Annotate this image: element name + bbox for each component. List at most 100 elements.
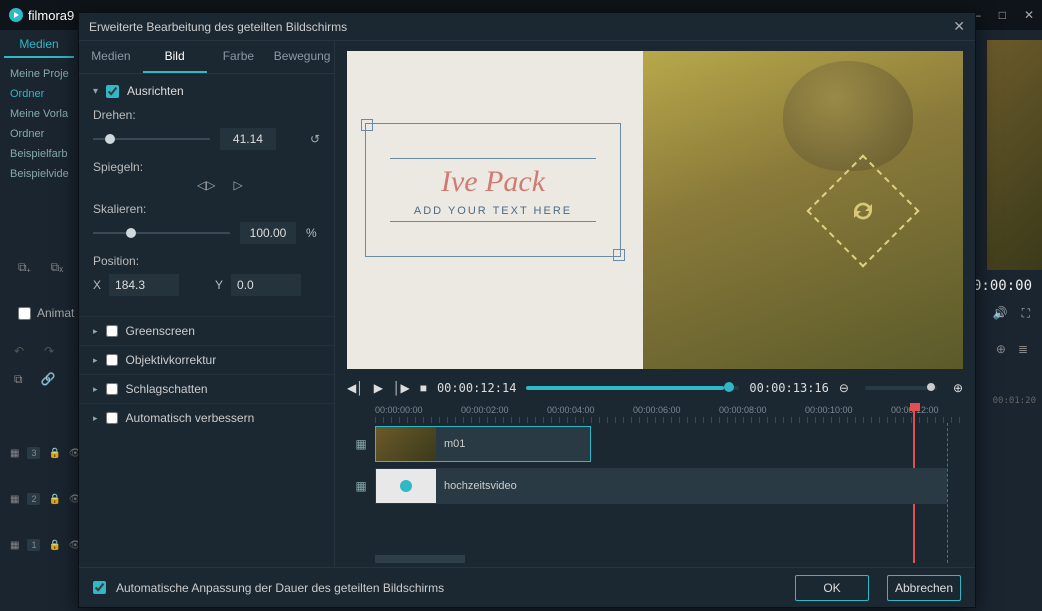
clip[interactable]: hochzeitsvideo bbox=[375, 468, 947, 504]
shadow-row[interactable]: ▸ Schlagschatten bbox=[79, 374, 334, 403]
undo-icon[interactable]: ↶ bbox=[14, 344, 24, 358]
bg-sidebar-item[interactable]: Ordner bbox=[0, 84, 78, 104]
pos-y-input[interactable] bbox=[231, 274, 301, 296]
next-frame-icon[interactable]: │▶ bbox=[393, 381, 410, 395]
reset-rotate-icon[interactable]: ↺ bbox=[310, 132, 320, 146]
maximize-button[interactable]: □ bbox=[999, 8, 1006, 22]
lock-icon[interactable]: 🔒 bbox=[48, 540, 60, 551]
shadow-checkbox[interactable] bbox=[106, 383, 118, 395]
bg-animate-row[interactable]: Animat bbox=[18, 306, 74, 320]
tab-color[interactable]: Farbe bbox=[207, 41, 271, 73]
clock-plus-icon[interactable]: ⊕ bbox=[996, 342, 1006, 356]
auto-enhance-checkbox[interactable] bbox=[106, 412, 118, 424]
bg-tab-media[interactable]: Medien bbox=[4, 32, 74, 58]
bg-side-icons: ⊕ ≣ bbox=[996, 342, 1028, 356]
close-icon[interactable]: ✕ bbox=[953, 18, 965, 35]
auto-enhance-row[interactable]: ▸ Automatisch verbessern bbox=[79, 403, 334, 432]
bg-undo-redo: ↶ ↷ bbox=[14, 344, 54, 358]
close-app-button[interactable]: ✕ bbox=[1024, 8, 1034, 22]
scale-slider[interactable] bbox=[93, 226, 230, 240]
ruler-tick: 00:00:10:00 bbox=[805, 405, 853, 415]
clip-thumbnail bbox=[376, 427, 436, 461]
bg-animate-checkbox[interactable] bbox=[18, 307, 31, 320]
rotate-label: Drehen: bbox=[93, 108, 320, 122]
pos-x-label: X bbox=[93, 278, 101, 292]
tab-motion[interactable]: Bewegung bbox=[270, 41, 334, 73]
bg-sidebar-item[interactable]: Ordner bbox=[0, 124, 78, 144]
remove-folder-icon[interactable]: ⧉ₓ bbox=[51, 260, 64, 275]
app-name: filmora9 bbox=[28, 8, 74, 23]
dialog-footer: Automatische Anpassung der Dauer des get… bbox=[79, 567, 975, 607]
preview-canvas[interactable]: Ive Pack ADD YOUR TEXT HERE bbox=[347, 51, 963, 369]
rotate-slider[interactable] bbox=[93, 132, 210, 146]
bg-sidebar-item[interactable]: Meine Proje bbox=[0, 64, 78, 84]
redo-icon[interactable]: ↷ bbox=[44, 344, 54, 358]
clip[interactable]: m01 bbox=[375, 426, 591, 462]
position-label: Position: bbox=[93, 254, 320, 268]
ruler-tick: 00:00:00:00 bbox=[375, 405, 423, 415]
rotate-row: Drehen: ↺ bbox=[93, 108, 320, 150]
scale-row: Skalieren: % bbox=[93, 202, 320, 244]
bg-sidebar-item[interactable]: Meine Vorla bbox=[0, 104, 78, 124]
progress-bar[interactable] bbox=[526, 386, 739, 390]
timeline-scrollbar[interactable] bbox=[375, 555, 465, 563]
greenscreen-label: Greenscreen bbox=[126, 324, 195, 338]
auto-enhance-label: Automatisch verbessern bbox=[126, 411, 255, 425]
clip-label: hochzeitsvideo bbox=[444, 480, 517, 492]
shadow-label: Schlagschatten bbox=[126, 382, 208, 396]
ok-button[interactable]: OK bbox=[795, 575, 869, 601]
auto-duration-checkbox[interactable] bbox=[93, 581, 106, 594]
bars-icon[interactable]: ≣ bbox=[1018, 342, 1028, 356]
lock-icon[interactable]: 🔒 bbox=[48, 494, 60, 505]
track-row: ▦ m01 bbox=[347, 423, 963, 465]
tab-media[interactable]: Medien bbox=[79, 41, 143, 73]
align-checkbox[interactable] bbox=[106, 85, 119, 98]
timeline: ▦ m01 ▦ hochzeitsvideo bbox=[347, 423, 963, 563]
bg-sidebar-item[interactable]: Beispielvide bbox=[0, 164, 78, 184]
copy-icon[interactable]: ⧉ bbox=[14, 372, 23, 387]
timeline-ruler[interactable]: 00:00:00:00 00:00:02:00 00:00:04:00 00:0… bbox=[347, 405, 963, 423]
lens-row[interactable]: ▸ Objektivkorrektur bbox=[79, 345, 334, 374]
scale-value-input[interactable] bbox=[240, 222, 296, 244]
preview-right-clip bbox=[643, 51, 963, 369]
timecode-dur: 00:00:13:16 bbox=[749, 381, 828, 395]
link-icon[interactable]: 🔗 bbox=[41, 372, 56, 387]
greenscreen-checkbox[interactable] bbox=[106, 325, 118, 337]
pos-x-input[interactable] bbox=[109, 274, 179, 296]
greenscreen-row[interactable]: ▸ Greenscreen bbox=[79, 316, 334, 345]
bg-track: ▦2🔒👁 bbox=[0, 476, 78, 522]
bg-audio-icons: 🔊 ⛶ bbox=[993, 306, 1030, 321]
clip-label: m01 bbox=[444, 438, 465, 450]
preview-area: Ive Pack ADD YOUR TEXT HERE ◀│ ▶ │▶ ■ 00… bbox=[335, 41, 975, 567]
flip-horizontal-icon[interactable]: ◁▷ bbox=[197, 178, 215, 192]
zoom-in-icon[interactable]: ⊕ bbox=[953, 381, 963, 395]
align-section-header[interactable]: ▾ Ausrichten bbox=[93, 84, 320, 98]
zoom-slider[interactable] bbox=[865, 386, 937, 390]
cancel-button[interactable]: Abbrechen bbox=[887, 575, 961, 601]
fullscreen-icon[interactable]: ⛶ bbox=[1022, 306, 1030, 321]
selection-diamond[interactable] bbox=[806, 154, 919, 267]
lens-checkbox[interactable] bbox=[106, 354, 118, 366]
volume-icon[interactable]: 🔊 bbox=[993, 306, 1008, 321]
video-track-icon[interactable]: ▦ bbox=[347, 479, 375, 493]
chevron-right-icon: ▸ bbox=[93, 355, 98, 366]
flip-vertical-icon[interactable]: ▷ bbox=[233, 178, 242, 192]
bg-track: ▦1🔒👁 bbox=[0, 522, 78, 568]
add-folder-icon[interactable]: ⧉₊ bbox=[18, 260, 31, 275]
play-icon[interactable]: ▶ bbox=[374, 381, 383, 395]
zoom-out-icon[interactable]: ⊖ bbox=[839, 381, 849, 395]
stop-icon[interactable]: ■ bbox=[420, 381, 427, 395]
rotate-value-input[interactable] bbox=[220, 128, 276, 150]
bg-sidebar-item[interactable]: Beispielfarb bbox=[0, 144, 78, 164]
title-box[interactable]: Ive Pack ADD YOUR TEXT HERE bbox=[365, 123, 621, 257]
lens-label: Objektivkorrektur bbox=[126, 353, 217, 367]
dialog-titlebar: Erweiterte Bearbeitung des geteilten Bil… bbox=[79, 13, 975, 41]
lock-icon[interactable]: 🔒 bbox=[48, 448, 60, 459]
bg-sidebar: Meine Proje Ordner Meine Vorla Ordner Be… bbox=[0, 64, 78, 184]
video-track-icon[interactable]: ▦ bbox=[347, 437, 375, 451]
tab-image[interactable]: Bild bbox=[143, 41, 207, 73]
ruler-tick: 00:00:06:00 bbox=[633, 405, 681, 415]
timecode-pos: 00:00:12:14 bbox=[437, 381, 516, 395]
prev-frame-icon[interactable]: ◀│ bbox=[347, 381, 364, 395]
position-row: Position: X Y bbox=[93, 254, 320, 296]
